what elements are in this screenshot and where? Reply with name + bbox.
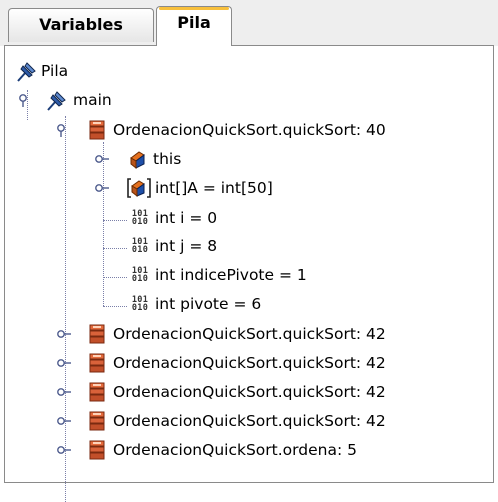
tab-bar: Variables Pila: [0, 0, 498, 46]
stack-frame-icon: [89, 411, 105, 431]
tree-frame-collapsed[interactable]: OrdenacionQuickSort.quickSort: 42: [57, 322, 487, 346]
stack-frame-icon: [89, 324, 105, 344]
binary-icon: 101 010: [131, 266, 149, 284]
tree-frame-label: OrdenacionQuickSort.quickSort: 42: [113, 412, 386, 430]
stack-frame-icon: [89, 120, 105, 140]
tree-frame-label: OrdenacionQuickSort.quickSort: 40: [113, 121, 386, 139]
tree-variable-label: int i = 0: [155, 209, 218, 227]
tab-variables[interactable]: Variables: [8, 8, 154, 42]
tree-line: [103, 220, 127, 221]
tree-variable-indicepivote[interactable]: 101 010 int indicePivote = 1: [127, 263, 387, 287]
tree-variable-pivote[interactable]: 101 010 int pivote = 6: [127, 292, 347, 316]
tree-frame-label: OrdenacionQuickSort.quickSort: 42: [113, 383, 386, 401]
tree-frame-collapsed[interactable]: OrdenacionQuickSort.quickSort: 42: [57, 380, 487, 404]
tree-variable-label: int pivote = 6: [155, 295, 262, 313]
tree-frame-label: OrdenacionQuickSort.quickSort: 42: [113, 354, 386, 372]
binary-icon: 101 010: [131, 209, 149, 227]
tree-variable-label: int[]A = int[50]: [155, 179, 273, 197]
binary-icon: 101 010: [131, 237, 149, 255]
expanded-handle-icon[interactable]: [57, 124, 75, 138]
collapsed-handle-icon[interactable]: [57, 386, 75, 400]
tree-frame-expanded[interactable]: OrdenacionQuickSort.quickSort: 40: [57, 118, 487, 142]
collapsed-handle-icon[interactable]: [95, 153, 113, 167]
tree-root-label: Pila: [41, 62, 69, 80]
binary-icon: 101 010: [131, 295, 149, 313]
collapsed-handle-icon[interactable]: [57, 444, 75, 458]
pushpin-icon: [17, 62, 36, 82]
tab-pila-label: Pila: [177, 13, 211, 32]
tree-variable-label: int indicePivote = 1: [155, 266, 307, 284]
tree-root-pila[interactable]: Pila: [11, 59, 211, 83]
tab-pila[interactable]: Pila: [156, 6, 232, 46]
collapsed-handle-icon[interactable]: [57, 328, 75, 342]
stack-frame-icon: [89, 353, 105, 373]
tree-variable-label: this: [153, 150, 182, 168]
tree-line: [103, 277, 127, 278]
tree-variable-i[interactable]: 101 010 int i = 0: [127, 206, 347, 230]
tree-frame-label: OrdenacionQuickSort.quickSort: 42: [113, 325, 386, 343]
tree-frame-collapsed[interactable]: OrdenacionQuickSort.quickSort: 42: [57, 351, 487, 375]
expanded-handle-icon[interactable]: [19, 94, 37, 108]
tree-frame-collapsed[interactable]: OrdenacionQuickSort.quickSort: 42: [57, 409, 487, 433]
array-object-icon: [127, 178, 151, 198]
tree-variable-label: int j = 8: [155, 237, 218, 255]
tree-variable-array[interactable]: int[]A = int[50]: [95, 176, 335, 200]
tree-variable-j[interactable]: 101 010 int j = 8: [127, 234, 347, 258]
tree-line: [103, 248, 127, 249]
tree-frame-label: OrdenacionQuickSort.ordena: 5: [113, 441, 357, 459]
collapsed-handle-icon[interactable]: [95, 182, 113, 196]
collapsed-handle-icon[interactable]: [57, 415, 75, 429]
stack-frame-icon: [89, 382, 105, 402]
pushpin-icon: [47, 91, 66, 111]
stack-frame-icon: [89, 440, 105, 460]
tree-frame-collapsed[interactable]: OrdenacionQuickSort.ordena: 5: [57, 438, 487, 462]
tree-thread-label: main: [73, 91, 112, 109]
stack-viewer-window: Variables Pila Pila main OrdenacionQuick…: [0, 0, 498, 502]
tree-line: [103, 306, 127, 307]
stack-tree-panel[interactable]: Pila main OrdenacionQuickSort.quickSort:…: [4, 45, 494, 502]
tree-thread-main[interactable]: main: [19, 88, 219, 112]
tree-variable-this[interactable]: this: [95, 147, 295, 171]
collapsed-handle-icon[interactable]: [57, 357, 75, 371]
object-icon: [130, 151, 145, 169]
